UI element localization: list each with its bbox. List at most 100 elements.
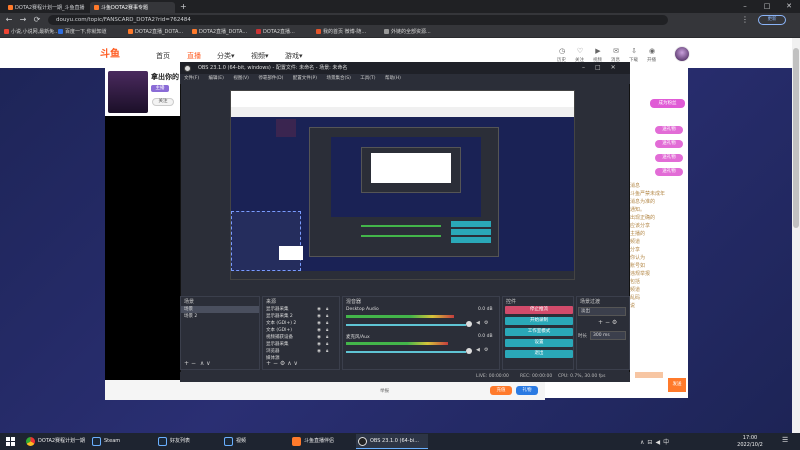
bookmark-item[interactable]: DOTA2直播_DOTA... xyxy=(192,28,247,37)
obs-menu-file[interactable]: 文件(F) xyxy=(184,76,199,81)
add-icon[interactable]: + xyxy=(598,319,603,326)
taskbar-item-chrome[interactable]: DOTA2赛程计划一期 xyxy=(24,434,86,449)
scene-item[interactable]: 场景 2 xyxy=(181,313,259,320)
windows-start-icon[interactable] xyxy=(6,437,15,446)
taskbar-item-douyu[interactable]: 斗鱼直播伴侣 xyxy=(290,434,352,449)
gift-button[interactable]: 礼物 xyxy=(516,386,538,395)
minimize-icon[interactable]: – xyxy=(734,0,756,13)
taskbar-item-video[interactable]: 视频 xyxy=(222,434,284,449)
live-icon[interactable]: ◉ xyxy=(648,47,656,55)
stop-streaming-button[interactable]: 停止推流 xyxy=(505,306,573,314)
remove-icon[interactable]: − xyxy=(605,319,610,326)
remove-icon[interactable]: − xyxy=(191,360,196,367)
duration-input[interactable]: 300 ms xyxy=(590,331,626,340)
obs-menu-tools[interactable]: 工具(T) xyxy=(360,76,375,81)
bookmark-item[interactable]: DOTA2直播... xyxy=(256,28,295,37)
nav-category[interactable]: 分类▾ xyxy=(217,51,235,61)
scene-item[interactable]: 场景 xyxy=(181,306,259,313)
close-icon[interactable]: ✕ xyxy=(778,0,800,13)
join-fans-button[interactable]: 成为粉丝 xyxy=(650,99,685,108)
url-input[interactable]: douyu.com/topic/FANSCARD_DOTA2?rid=76248… xyxy=(48,15,668,25)
reload-icon[interactable]: ⟳ xyxy=(32,15,42,25)
remove-icon[interactable]: − xyxy=(273,360,278,367)
volume-slider-handle[interactable] xyxy=(466,321,472,327)
add-icon[interactable]: + xyxy=(266,360,271,367)
browser-tab-active[interactable]: 斗鱼DOTA2赛事专题 xyxy=(90,2,175,13)
forward-icon[interactable]: → xyxy=(18,15,28,25)
chat-input[interactable] xyxy=(635,372,663,378)
maximize-icon[interactable]: □ xyxy=(595,64,601,71)
volume-slider-handle[interactable] xyxy=(466,348,472,354)
lock-icon[interactable]: 🔒︎ xyxy=(326,320,328,327)
obs-menu-profile[interactable]: 配置文件(P) xyxy=(293,76,317,81)
lock-icon[interactable]: 🔒︎ xyxy=(326,341,328,348)
taskbar-item-friends[interactable]: 好友列表 xyxy=(156,434,218,449)
start-recording-button[interactable]: 开始录制 xyxy=(505,317,573,325)
volume-slider[interactable] xyxy=(346,324,466,326)
message-icon[interactable]: ✉ xyxy=(612,47,620,55)
video-icon[interactable]: ▶ xyxy=(594,47,602,55)
lock-icon[interactable]: 🔒︎ xyxy=(326,306,328,313)
extensions-icon[interactable]: ⋮ xyxy=(740,15,750,25)
eye-icon[interactable]: ◉ xyxy=(317,348,321,355)
ime-icon[interactable]: 中 xyxy=(663,439,672,446)
recharge-button[interactable]: 充值 xyxy=(490,386,512,395)
speaker-icon[interactable]: ◀ xyxy=(476,320,480,326)
obs-menu-help[interactable]: 帮助(H) xyxy=(385,76,401,81)
bookmark-item[interactable]: 我的首页 微博-随... xyxy=(316,28,366,37)
volume-slider[interactable] xyxy=(346,351,466,353)
obs-menu-edit[interactable]: 编辑(E) xyxy=(209,76,224,81)
taskbar-item-steam[interactable]: Steam xyxy=(90,434,152,449)
nav-video[interactable]: 视频▾ xyxy=(251,51,269,61)
site-logo[interactable]: 斗鱼 xyxy=(100,45,136,63)
page-scrollbar-thumb[interactable] xyxy=(793,48,799,228)
bookmark-item[interactable]: 百度一下,你就知道 xyxy=(58,28,107,37)
gear-icon[interactable]: ⚙ xyxy=(484,320,488,326)
move-down-icon[interactable]: ∨ xyxy=(206,360,210,367)
user-avatar[interactable] xyxy=(674,46,690,62)
back-icon[interactable]: ← xyxy=(4,15,14,25)
eye-icon[interactable]: ◉ xyxy=(317,327,321,334)
bookmark-item[interactable]: 小说,小说网,最新免... xyxy=(4,28,59,37)
move-up-icon[interactable]: ∧ xyxy=(200,360,204,367)
move-up-icon[interactable]: ∧ xyxy=(287,360,291,367)
gear-icon[interactable]: ⚙ xyxy=(280,360,285,367)
profile-button[interactable]: 更新 xyxy=(758,15,786,25)
nav-home[interactable]: 首页 xyxy=(156,51,170,61)
close-icon[interactable]: ✕ xyxy=(611,64,616,71)
follow-icon[interactable]: ♡ xyxy=(576,47,584,55)
minimize-icon[interactable]: – xyxy=(582,64,585,71)
bookmark-item[interactable]: 外链的全部资源... xyxy=(384,28,431,37)
notification-icon[interactable]: ☰ xyxy=(782,436,788,444)
eye-icon[interactable]: ◉ xyxy=(317,320,321,327)
history-icon[interactable]: ◷ xyxy=(558,47,566,55)
speaker-icon[interactable]: ◀ xyxy=(476,347,480,353)
streamer-avatar[interactable] xyxy=(108,71,148,113)
add-icon[interactable]: + xyxy=(184,360,189,367)
obs-menu-docks[interactable]: 停靠部件(D) xyxy=(258,76,283,81)
download-icon[interactable]: ⇩ xyxy=(630,47,638,55)
eye-icon[interactable]: ◉ xyxy=(317,341,321,348)
nav-live[interactable]: 直播 xyxy=(187,51,201,61)
taskbar-clock[interactable]: 17:00 2022/10/2 xyxy=(730,434,770,449)
maximize-icon[interactable]: □ xyxy=(756,0,778,13)
send-button[interactable]: 发送 xyxy=(668,378,686,392)
lock-icon[interactable]: 🔒︎ xyxy=(326,334,328,341)
gear-icon[interactable]: ⚙ xyxy=(484,347,488,353)
follow-button[interactable]: 关注 xyxy=(152,98,174,106)
eye-icon[interactable]: ◉ xyxy=(317,306,321,313)
eye-icon[interactable]: ◉ xyxy=(317,334,321,341)
volume-icon[interactable]: ◀ xyxy=(655,439,663,446)
lock-icon[interactable]: 🔒︎ xyxy=(326,313,328,320)
bookmark-item[interactable]: DOTA2直播_DOTA... xyxy=(128,28,183,37)
studio-mode-button[interactable]: 工作室模式 xyxy=(505,328,573,336)
nav-game[interactable]: 游戏▾ xyxy=(285,51,303,61)
taskbar-item-obs[interactable]: OBS 23.1.0 (64-bi... xyxy=(356,434,428,449)
gear-icon[interactable]: ⚙ xyxy=(612,319,617,326)
obs-menu-view[interactable]: 视图(V) xyxy=(233,76,249,81)
transition-type-select[interactable]: 淡出 xyxy=(578,307,626,316)
lock-icon[interactable]: 🔒︎ xyxy=(326,327,328,334)
new-tab-icon[interactable]: + xyxy=(180,2,187,11)
exit-button[interactable]: 退出 xyxy=(505,350,573,358)
obs-preview-canvas[interactable] xyxy=(230,90,575,280)
